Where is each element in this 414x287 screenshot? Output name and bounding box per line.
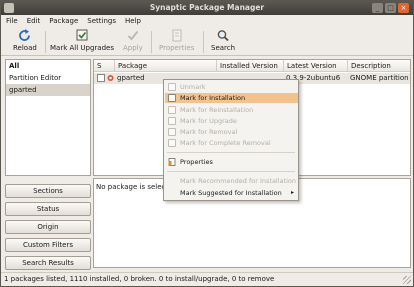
status-text: 1 packages listed, 1110 installed, 0 bro… xyxy=(4,275,275,283)
column-latest-version[interactable]: Latest Version xyxy=(283,60,337,72)
properties-menu-icon xyxy=(168,158,176,166)
apply-button[interactable]: Apply xyxy=(123,29,143,55)
menu-help[interactable]: Help xyxy=(125,17,141,25)
context-menu: Unmark Mark for Installation Mark for Re… xyxy=(163,79,299,201)
search-results-button[interactable]: Search Results xyxy=(5,256,91,270)
origin-button[interactable]: Origin xyxy=(5,220,91,234)
submenu-arrow-icon: ▸ xyxy=(290,189,294,196)
reload-button[interactable]: Reload xyxy=(13,29,37,55)
toolbar-separator xyxy=(151,31,152,53)
sections-button[interactable]: Sections xyxy=(5,184,91,198)
column-package[interactable]: Package xyxy=(114,60,147,72)
mark-for-removal-label: Mark for Removal xyxy=(180,128,238,136)
status-checkbox[interactable] xyxy=(97,74,105,82)
menu-bar: File Edit Package Settings Help xyxy=(1,15,413,27)
menu-item-mark-recommended[interactable]: Mark Recommended for Installation xyxy=(165,176,298,186)
toolbar-separator xyxy=(203,31,204,53)
menu-item-mark-for-installation[interactable]: Mark for Installation xyxy=(165,93,298,103)
filter-item-all[interactable]: All xyxy=(6,60,90,72)
mark-recommended-label: Mark Recommended for Installation xyxy=(180,177,296,185)
table-header: S Package Installed Version Latest Versi… xyxy=(94,60,410,72)
properties-button[interactable]: Properties xyxy=(159,29,194,55)
menu-package[interactable]: Package xyxy=(49,17,78,25)
column-description[interactable]: Description xyxy=(347,60,391,72)
mark-suggested-label: Mark Suggested for Installation xyxy=(180,189,282,197)
apply-label: Apply xyxy=(123,44,143,52)
toolbar: Reload Mark All Upgrades Apply Propertie… xyxy=(1,28,413,56)
mark-all-upgrades-button[interactable]: Mark All Upgrades xyxy=(50,29,114,55)
menu-item-mark-for-upgrade[interactable]: Mark for Upgrade xyxy=(165,116,298,126)
package-description: GNOME partition e xyxy=(350,74,411,82)
search-label: Search xyxy=(211,44,236,52)
properties-icon xyxy=(172,29,182,42)
status-bar: 1 packages listed, 1110 installed, 0 bro… xyxy=(1,272,413,286)
unmark-icon xyxy=(168,83,176,91)
menu-item-mark-for-removal[interactable]: Mark for Removal xyxy=(165,127,298,137)
menu-separator xyxy=(167,171,295,172)
title-bar[interactable]: Synaptic Package Manager _ □ × xyxy=(1,1,413,15)
column-status[interactable]: S xyxy=(94,60,101,72)
properties-label: Properties xyxy=(159,44,195,52)
mark-for-upgrade-label: Mark for Upgrade xyxy=(180,117,237,125)
package-type-icon xyxy=(107,74,114,82)
filter-item-gparted[interactable]: gparted xyxy=(6,84,90,96)
column-installed-version[interactable]: Installed Version xyxy=(216,60,278,72)
reinstall-mark-icon xyxy=(168,106,176,114)
minimize-icon[interactable]: _ xyxy=(372,3,383,13)
menu-settings[interactable]: Settings xyxy=(87,17,116,25)
menu-edit[interactable]: Edit xyxy=(27,17,41,25)
menu-separator xyxy=(167,152,295,153)
upgrade-mark-icon xyxy=(168,117,176,125)
maximize-icon[interactable]: □ xyxy=(385,3,396,13)
custom-filters-button[interactable]: Custom Filters xyxy=(5,238,91,252)
menu-item-mark-suggested[interactable]: Mark Suggested for Installation ▸ xyxy=(165,188,298,198)
reload-label: Reload xyxy=(13,44,37,52)
mark-for-complete-removal-label: Mark for Complete Removal xyxy=(180,139,271,147)
toolbar-separator xyxy=(45,31,46,53)
filter-item-partition-editor[interactable]: Partition Editor xyxy=(6,72,90,84)
reload-icon xyxy=(19,29,30,41)
unmark-label: Unmark xyxy=(180,83,206,91)
menu-item-unmark[interactable]: Unmark xyxy=(165,82,298,92)
synaptic-window: Synaptic Package Manager _ □ × File Edit… xyxy=(0,0,414,287)
close-icon[interactable]: × xyxy=(398,3,409,13)
resize-grip-icon[interactable] xyxy=(403,276,411,284)
mark-for-installation-label: Mark for Installation xyxy=(180,94,246,102)
install-mark-icon xyxy=(168,94,176,102)
filter-list: All Partition Editor gparted xyxy=(5,59,91,176)
menu-item-properties[interactable]: Properties xyxy=(165,157,298,167)
status-button[interactable]: Status xyxy=(5,202,91,216)
search-button[interactable]: Search xyxy=(211,29,235,55)
mark-all-upgrades-icon xyxy=(76,29,88,41)
properties-menu-label: Properties xyxy=(180,158,213,166)
menu-file[interactable]: File xyxy=(6,17,18,25)
removal-mark-icon xyxy=(168,128,176,136)
window-title: Synaptic Package Manager xyxy=(149,3,265,12)
complete-removal-mark-icon xyxy=(168,139,176,147)
mark-all-upgrades-label: Mark All Upgrades xyxy=(50,44,114,52)
package-name: gparted xyxy=(117,74,145,82)
mark-for-reinstallation-label: Mark for Reinstallation xyxy=(180,106,254,114)
apply-icon xyxy=(127,30,139,41)
window-controls: _ □ × xyxy=(372,3,409,13)
menu-item-mark-for-reinstallation[interactable]: Mark for Reinstallation xyxy=(165,105,298,115)
menu-item-mark-for-complete-removal[interactable]: Mark for Complete Removal xyxy=(165,138,298,148)
search-icon xyxy=(217,30,229,42)
